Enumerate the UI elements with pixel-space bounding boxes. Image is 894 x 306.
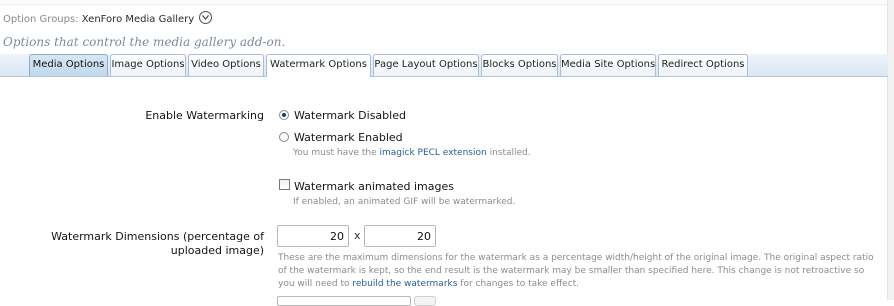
explain-text: for changes to take effect. (460, 279, 580, 289)
tab-label: Video Options (191, 59, 261, 70)
watermark-enabled-radio[interactable] (279, 132, 289, 142)
watermark-animated-label[interactable]: Watermark animated images (294, 180, 454, 193)
enable-watermarking-label: Enable Watermarking (145, 109, 264, 122)
top-border (0, 0, 894, 5)
hint-text: installed. (489, 148, 531, 158)
group-description: Options that control the media gallery a… (3, 35, 286, 49)
rebuild-watermarks-link[interactable]: rebuild the watermarks (352, 279, 457, 289)
option-tabs: Media Options Image Options Video Option… (29, 54, 750, 77)
tab-label: Page Layout Options (374, 59, 478, 70)
hint-text: You must have the (293, 148, 377, 158)
watermark-width-input[interactable] (277, 225, 349, 247)
tab-media-site-options[interactable]: Media Site Options (560, 54, 656, 76)
tab-page-layout-options[interactable]: Page Layout Options (373, 54, 479, 76)
watermark-disabled-label[interactable]: Watermark Disabled (294, 109, 406, 122)
watermark-height-input[interactable] (364, 225, 436, 247)
tab-video-options[interactable]: Video Options (188, 54, 264, 76)
watermark-enabled-label[interactable]: Watermark Enabled (294, 131, 403, 144)
next-option-button[interactable] (414, 296, 436, 306)
option-group-prefix: Option Groups: (3, 14, 79, 25)
dimensions-separator: x (354, 229, 361, 242)
imagick-hint: You must have the imagick PECL extension… (293, 148, 531, 158)
watermark-animated-hint: If enabled, an animated GIF will be wate… (293, 197, 516, 207)
option-group-value[interactable]: XenForo Media Gallery (82, 14, 194, 25)
scrollbar-track[interactable] (887, 0, 894, 300)
chevron-down-icon[interactable] (199, 11, 213, 24)
tab-label: Media Site Options (561, 59, 656, 70)
watermark-animated-checkbox[interactable] (279, 179, 290, 190)
watermark-disabled-radio[interactable] (279, 110, 289, 120)
tab-label: Watermark Options (270, 59, 367, 70)
tab-image-options[interactable]: Image Options (110, 54, 186, 76)
watermark-dimensions-label: Watermark Dimensions (percentage of uplo… (51, 230, 264, 257)
tab-redirect-options[interactable]: Redirect Options (658, 54, 748, 76)
tab-label: Image Options (111, 59, 185, 70)
option-group-bar: Option Groups: XenForo Media Gallery (3, 11, 213, 25)
imagick-extension-link[interactable]: imagick PECL extension (380, 148, 487, 158)
tab-media-options[interactable]: Media Options (29, 54, 108, 76)
tab-label: Blocks Options (482, 59, 557, 70)
tab-watermark-options[interactable]: Watermark Options (266, 54, 371, 77)
tab-blocks-options[interactable]: Blocks Options (481, 54, 558, 76)
next-option-input[interactable] (277, 296, 411, 306)
tab-label: Media Options (32, 59, 105, 70)
watermark-dimensions-explain: These are the maximum dimensions for the… (278, 252, 878, 291)
tab-label: Redirect Options (661, 59, 745, 70)
